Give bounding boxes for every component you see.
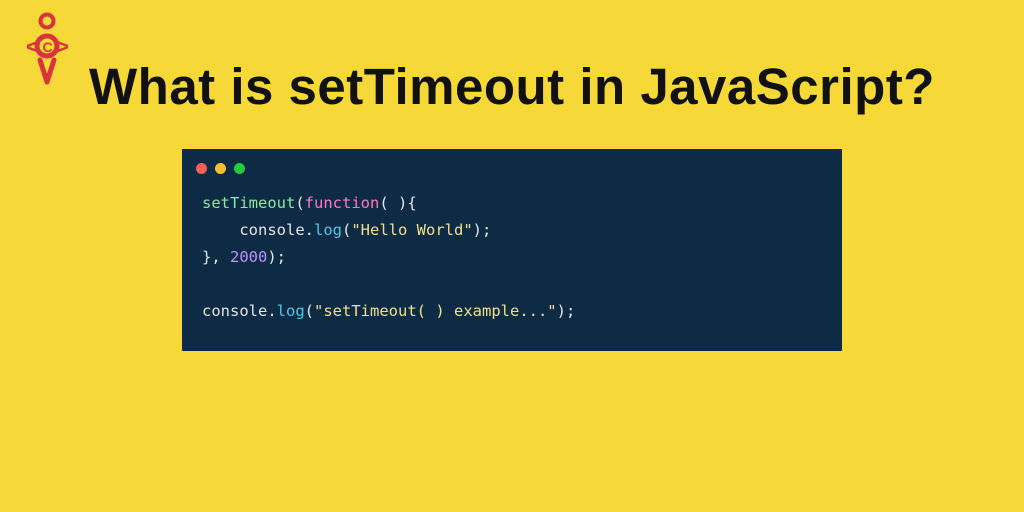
window-traffic-lights xyxy=(182,161,842,190)
minimize-dot-icon xyxy=(215,163,226,174)
code-token: . xyxy=(267,302,276,320)
code-window: setTimeout(function( ){ console.log("Hel… xyxy=(182,149,842,352)
code-token xyxy=(202,221,239,239)
close-dot-icon xyxy=(196,163,207,174)
code-token: ( ){ xyxy=(379,194,416,212)
code-token: ( xyxy=(295,194,304,212)
code-token: "Hello World" xyxy=(351,221,472,239)
oca-logo: < C > xyxy=(20,12,74,95)
code-token: ); xyxy=(557,302,576,320)
code-token: 2000 xyxy=(230,248,267,266)
code-token: }, xyxy=(202,248,230,266)
code-token: ( xyxy=(305,302,314,320)
code-token: console xyxy=(202,302,267,320)
svg-text:>: > xyxy=(56,34,69,59)
code-token: . xyxy=(305,221,314,239)
page-title: What is setTimeout in JavaScript? xyxy=(0,0,1024,117)
code-token: ); xyxy=(473,221,492,239)
code-token: console xyxy=(239,221,304,239)
code-token: "setTimeout( ) example..." xyxy=(314,302,557,320)
code-token: ); xyxy=(267,248,286,266)
code-token: log xyxy=(314,221,342,239)
code-token: setTimeout xyxy=(202,194,295,212)
code-token: function xyxy=(305,194,380,212)
maximize-dot-icon xyxy=(234,163,245,174)
code-token: ( xyxy=(342,221,351,239)
code-block: setTimeout(function( ){ console.log("Hel… xyxy=(182,190,842,326)
code-token: log xyxy=(277,302,305,320)
svg-text:C: C xyxy=(43,39,53,55)
